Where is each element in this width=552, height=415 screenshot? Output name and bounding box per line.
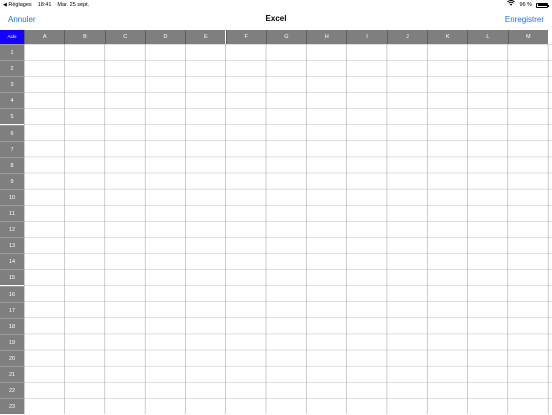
back-to-app[interactable]: ◀ Réglages bbox=[3, 0, 32, 10]
back-triangle-icon: ◀ bbox=[3, 2, 7, 8]
column-header[interactable]: J bbox=[386, 30, 427, 44]
column-header[interactable]: H bbox=[306, 30, 347, 44]
help-button[interactable]: Aide bbox=[0, 30, 24, 44]
row-header[interactable]: 1 bbox=[0, 44, 24, 60]
column-header[interactable]: D bbox=[144, 30, 186, 44]
row-header[interactable]: 4 bbox=[0, 92, 24, 109]
status-time: 18:41 bbox=[37, 2, 52, 8]
row-header[interactable]: 18 bbox=[0, 317, 24, 334]
row-header[interactable]: 10 bbox=[0, 188, 24, 205]
column-header[interactable]: C bbox=[104, 30, 145, 44]
column-header[interactable]: E bbox=[185, 30, 226, 44]
row-header[interactable]: 22 bbox=[0, 382, 24, 399]
row-header[interactable]: 2 bbox=[0, 60, 24, 77]
navigation-bar: Annuler Excel Enregistrer bbox=[0, 10, 552, 30]
row-header[interactable]: 5 bbox=[0, 108, 24, 125]
row-header[interactable]: 20 bbox=[0, 349, 24, 366]
back-app-label: Réglages bbox=[8, 2, 32, 8]
page-title: Excel bbox=[265, 14, 287, 23]
column-header[interactable]: B bbox=[64, 30, 105, 44]
row-header[interactable]: 6 bbox=[0, 124, 24, 141]
column-header[interactable]: M bbox=[507, 30, 548, 44]
status-right: 96 % bbox=[507, 0, 549, 10]
column-header[interactable]: A bbox=[24, 30, 65, 44]
column-header[interactable]: F bbox=[225, 30, 266, 44]
row-header[interactable]: 12 bbox=[0, 221, 24, 238]
status-left: ◀ Réglages 18:41 Mar. 25 sept. bbox=[3, 0, 89, 10]
row-header[interactable]: 21 bbox=[0, 366, 24, 382]
column-header[interactable]: L bbox=[467, 30, 508, 44]
row-header[interactable]: 7 bbox=[0, 140, 24, 157]
cell-area[interactable] bbox=[24, 44, 552, 414]
row-header[interactable]: 3 bbox=[0, 76, 24, 93]
row-header[interactable]: 13 bbox=[0, 237, 24, 254]
row-header[interactable]: 17 bbox=[0, 301, 24, 318]
column-header[interactable]: K bbox=[427, 30, 468, 44]
row-header[interactable]: 8 bbox=[0, 156, 24, 173]
battery-icon bbox=[536, 2, 549, 8]
save-button[interactable]: Enregistrer bbox=[505, 10, 544, 30]
row-header[interactable]: 14 bbox=[0, 253, 24, 270]
row-header[interactable]: 15 bbox=[0, 269, 24, 286]
row-header[interactable]: 16 bbox=[0, 285, 24, 302]
status-bar: ◀ Réglages 18:41 Mar. 25 sept. 96 % bbox=[0, 0, 552, 10]
status-date: Mar. 25 sept. bbox=[57, 2, 90, 8]
column-header[interactable]: G bbox=[265, 30, 307, 44]
row-header[interactable]: 11 bbox=[0, 205, 24, 221]
row-header[interactable]: 23 bbox=[0, 398, 24, 415]
wifi-icon bbox=[507, 0, 516, 10]
column-header[interactable]: I bbox=[346, 30, 387, 44]
battery-percent: 96 % bbox=[519, 2, 532, 8]
row-header[interactable]: 19 bbox=[0, 333, 24, 350]
row-header[interactable]: 9 bbox=[0, 172, 24, 189]
